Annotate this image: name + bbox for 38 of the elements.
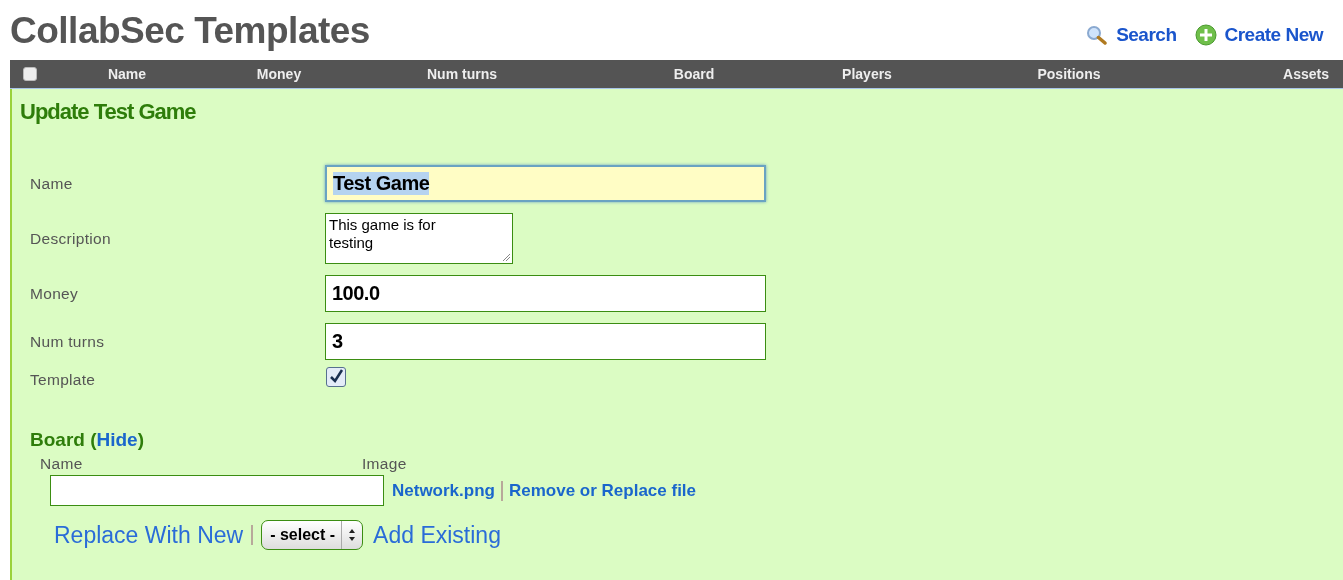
field-label: Template <box>29 371 97 389</box>
field-label: Money <box>29 284 80 303</box>
column-header[interactable]: Players <box>818 66 916 82</box>
column-header[interactable]: Money <box>204 66 354 82</box>
add-existing-link[interactable]: Add Existing <box>373 521 501 549</box>
search-icon <box>1086 25 1109 45</box>
column-label: Image <box>362 455 407 473</box>
select-dropdown[interactable]: - select - <box>261 520 364 550</box>
select-all-checkbox[interactable] <box>23 67 37 81</box>
paren: ( <box>90 429 97 450</box>
paren: ) <box>137 429 145 450</box>
board-name-field[interactable] <box>50 475 384 506</box>
description-field[interactable]: This game is for testing <box>325 213 513 264</box>
column-label: Name <box>39 455 84 473</box>
resize-grip-icon[interactable] <box>502 253 510 261</box>
column-header[interactable]: Positions <box>916 66 1222 82</box>
plus-icon <box>1194 24 1217 46</box>
column-header[interactable]: Name <box>50 66 204 82</box>
field-label: Name <box>29 174 74 193</box>
replace-link[interactable]: Replace With New <box>54 521 244 549</box>
field-label: Description <box>29 229 112 248</box>
field-label: Num turns <box>29 332 106 351</box>
panel-heading: Update Test Game <box>20 99 197 125</box>
template-checkbox[interactable] <box>326 367 346 387</box>
search-link[interactable]: Search <box>1086 24 1177 46</box>
board-heading: Board <box>30 429 85 450</box>
remove-replace-link[interactable]: Remove or Replace file <box>508 480 697 501</box>
create-new-link[interactable]: Create New <box>1194 24 1323 46</box>
text-field[interactable]: 3 <box>325 323 766 360</box>
updown-arrows-icon <box>348 528 357 542</box>
text-field[interactable]: Test Game <box>325 165 766 202</box>
text-field[interactable]: 100.0 <box>325 275 766 312</box>
page-title: CollabSec Templates <box>10 10 370 52</box>
file-link[interactable]: Network.png <box>392 480 495 501</box>
column-header[interactable]: Assets <box>1222 66 1343 82</box>
hide-link[interactable]: Hide <box>96 429 138 450</box>
column-header[interactable]: Board <box>570 66 818 82</box>
column-header[interactable]: Num turns <box>354 66 570 82</box>
